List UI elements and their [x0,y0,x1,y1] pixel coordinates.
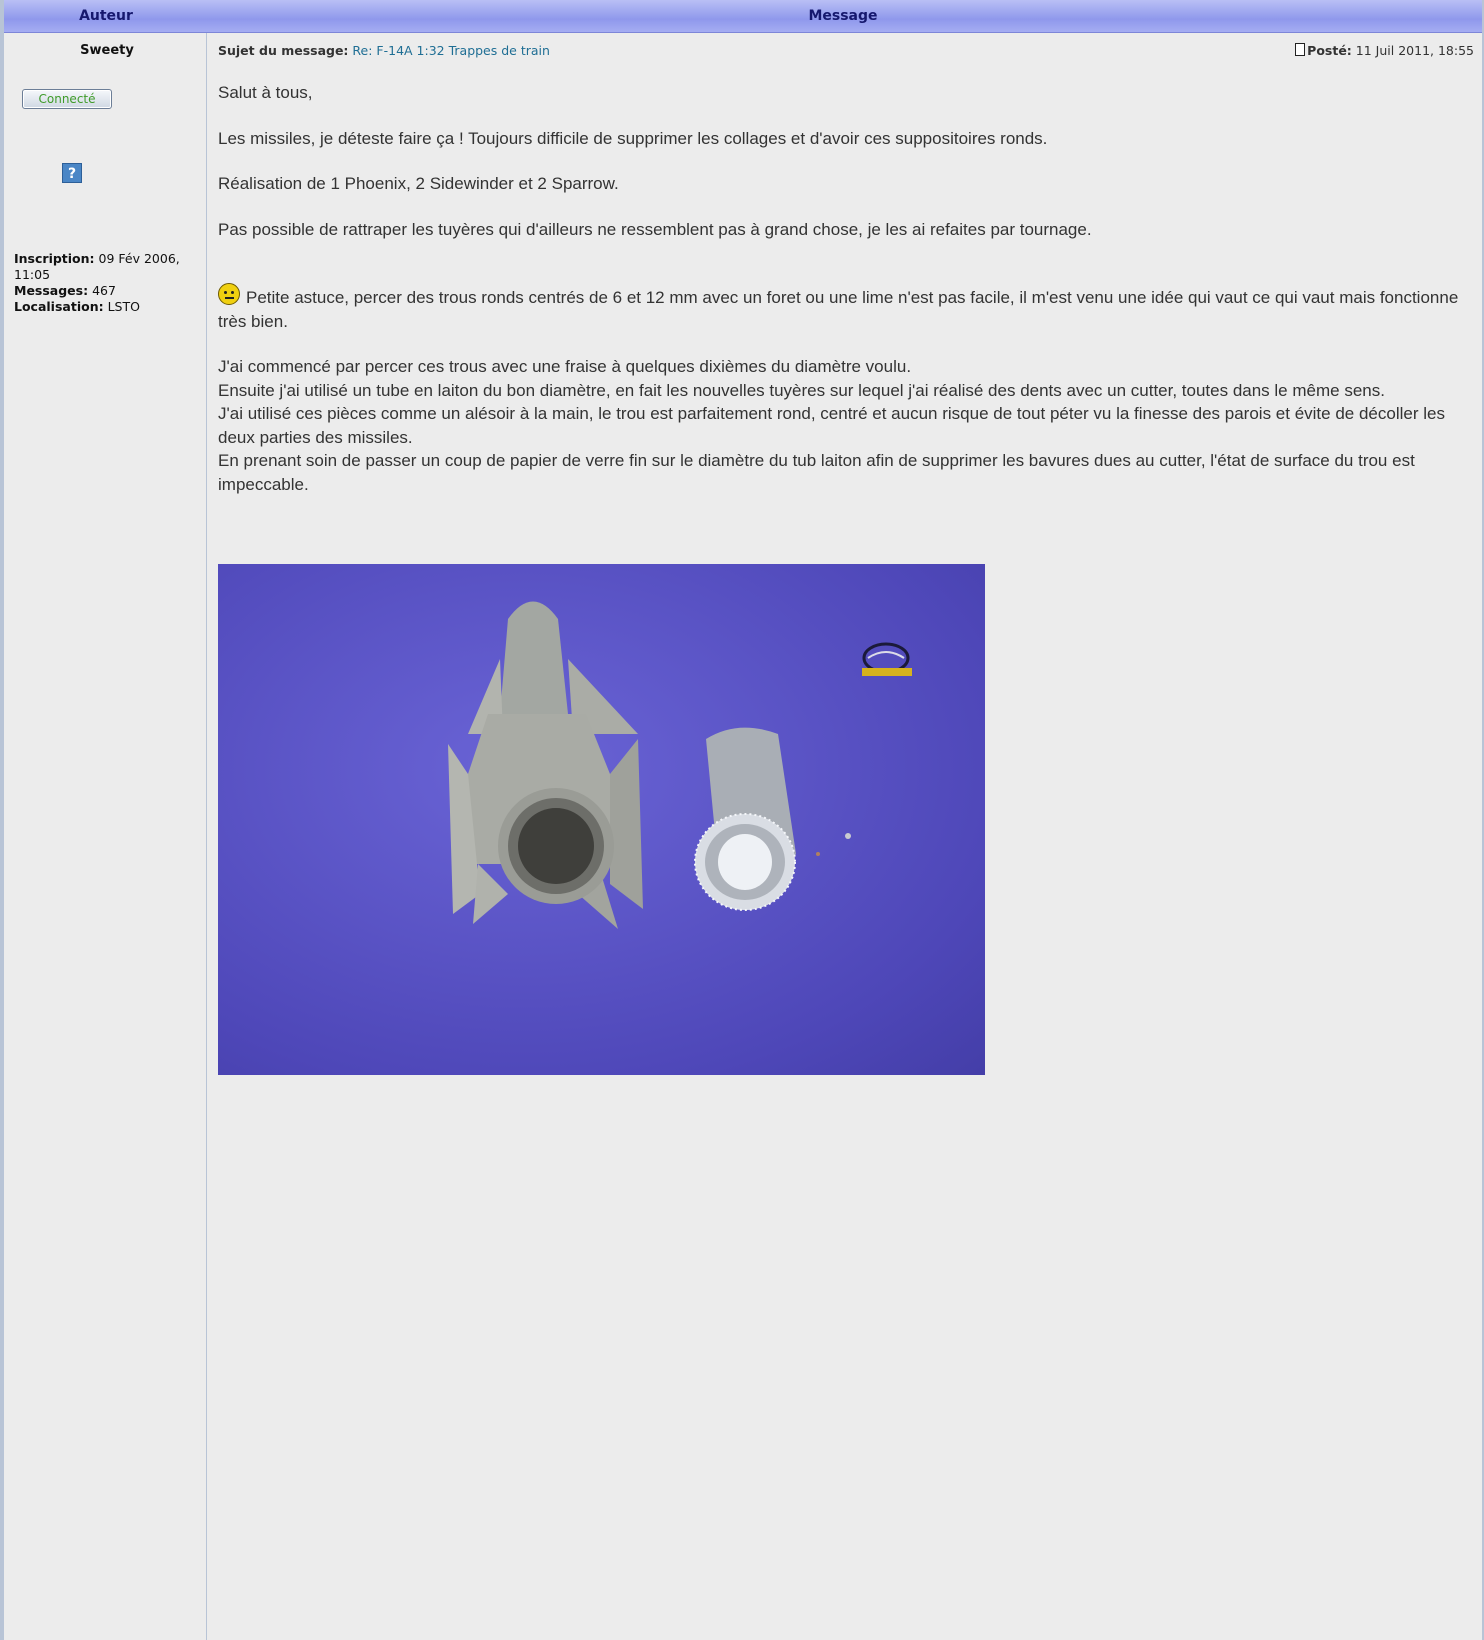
post-paragraph: J'ai commencé par percer ces trous avec … [218,357,912,376]
tip-text: Petite astuce, percer des trous ronds ce… [218,288,1459,331]
message-column-header: Message [808,8,878,24]
location-value: LSTO [107,299,140,314]
posted-label: Posté: [1307,43,1352,58]
help-icon[interactable]: ? [62,163,82,183]
post-paragraph: Pas possible de rattraper les tuyères qu… [218,219,1092,239]
post-paragraph: Salut à tous, [218,83,313,102]
column-divider [206,33,207,1640]
message-panel: Sujet du message: Re: F-14A 1:32 Trappes… [218,33,1474,1633]
photo-illustration [448,601,912,929]
sweety-watermark-logo [862,642,912,676]
messages-row: Messages: 467 [14,283,202,299]
post-paragraph: En prenant soin de passer un coup de pap… [218,451,1415,494]
messages-label: Messages: [14,283,89,298]
forum-post-table: Auteur Message Sweety Connecté ? Inscrip… [0,0,1484,1640]
missile-nozzle-photo[interactable] [218,564,985,1075]
online-status-badge: Connecté [22,89,112,109]
subject-label: Sujet du message: [218,43,349,58]
location-row: Localisation: LSTO [14,299,202,315]
subject-link[interactable]: Re: F-14A 1:32 Trappes de train [352,43,550,58]
author-name[interactable]: Sweety [8,43,206,58]
posted-value: 11 Juil 2011, 18:55 [1355,43,1474,58]
subject-line: Sujet du message: Re: F-14A 1:32 Trappes… [218,43,550,58]
inscription-row: Inscription: 09 Fév 2006, 11:05 [14,251,202,283]
post-body: Salut à tous, Les missiles, je déteste f… [218,81,1470,496]
author-column-header: Auteur [79,8,133,24]
table-header: Auteur Message [4,0,1482,33]
posted-date: Posté: 11 Juil 2011, 18:55 [1295,43,1474,58]
post-paragraph: Réalisation de 1 Phoenix, 2 Sidewinder e… [218,174,619,193]
inscription-label: Inscription: [14,251,95,266]
post-document-icon[interactable] [1295,43,1306,56]
location-label: Localisation: [14,299,104,314]
messages-value: 467 [92,283,116,298]
thinking-smiley-icon [218,283,240,305]
author-profile-info: Inscription: 09 Fév 2006, 11:05 Messages… [14,251,202,315]
post-paragraph: Ensuite j'ai utilisé un tube en laiton d… [218,380,1385,400]
post-paragraph: Les missiles, je déteste faire ça ! Touj… [218,128,1048,148]
author-panel: Sweety Connecté ? Inscription: 09 Fév 20… [8,33,206,1633]
post-paragraph: J'ai utilisé ces pièces comme un alésoir… [218,404,1445,447]
tip-paragraph: Petite astuce, percer des trous ronds ce… [218,283,1470,333]
